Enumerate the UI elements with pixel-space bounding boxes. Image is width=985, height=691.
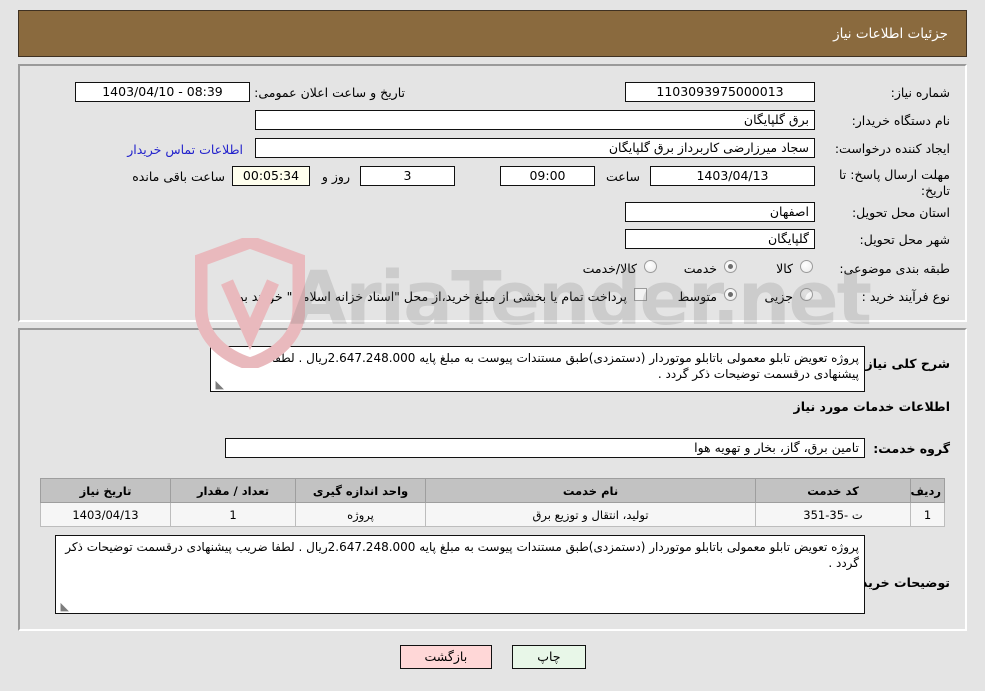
radio-process-jozi-label: جزیی (764, 289, 793, 304)
footer-buttons: چاپ بازگشت (0, 645, 985, 669)
buyer-notes-text: پروژه تعویض تابلو معمولی باتابلو موتوردا… (65, 540, 859, 570)
cell-name: تولید، انتقال و توزیع برق (425, 502, 756, 527)
col-name: نام خدمت (425, 478, 756, 503)
need-number-label: شماره نیاز: (890, 85, 950, 100)
deadline-label-line1: مهلت ارسال پاسخ: تا (839, 167, 950, 182)
need-info-panel: شماره نیاز: 1103093975000013 تاریخ و ساع… (18, 64, 967, 322)
print-button[interactable]: چاپ (512, 645, 586, 669)
buyer-org-field[interactable]: برق گلپایگان (255, 110, 815, 130)
table-header-row: ردیف کد خدمت نام خدمت واحد اندازه گیری ت… (40, 478, 945, 503)
radio-category-kala[interactable] (800, 260, 813, 273)
service-group-field[interactable]: تامین برق، گاز، بخار و تهویه هوا (225, 438, 865, 458)
summary-textarea[interactable]: پروژه تعویض تابلو معمولی باتابلو موتوردا… (210, 346, 865, 392)
buyer-contact-link[interactable]: اطلاعات تماس خریدار (127, 142, 243, 157)
category-label: طبقه بندی موضوعی: (839, 261, 950, 276)
cell-qty: 1 (170, 502, 296, 527)
requester-field[interactable]: سجاد میرزارضی کاربرداز برق گلپایگان (255, 138, 815, 158)
deadline-time-label: ساعت (605, 169, 640, 184)
remaining-clock-field: 00:05:34 (232, 166, 310, 186)
cell-unit: پروژه (295, 502, 426, 527)
radio-category-khedmat[interactable] (724, 260, 737, 273)
city-field[interactable]: گلپایگان (625, 229, 815, 249)
col-row-no: ردیف (910, 478, 945, 503)
remaining-clock-label: ساعت باقی مانده (132, 169, 225, 184)
services-panel: شرح کلی نیاز: پروژه تعویض تابلو معمولی ب… (18, 328, 967, 631)
deadline-date-field[interactable]: 1403/04/13 (650, 166, 815, 186)
col-need-date: تاریخ نیاز (40, 478, 171, 503)
province-label: استان محل تحویل: (851, 205, 950, 220)
announce-datetime-field[interactable]: 1403/04/10 - 08:39 (75, 82, 250, 102)
resize-grip-icon[interactable]: ◣ (213, 379, 224, 390)
radio-category-khedmat-label: خدمت (683, 261, 717, 276)
buyer-notes-textarea[interactable]: پروژه تعویض تابلو معمولی باتابلو موتوردا… (55, 535, 865, 614)
table-row[interactable]: 1 ت -35-351 تولید، انتقال و توزیع برق پر… (40, 502, 945, 527)
col-qty: تعداد / مقدار (170, 478, 296, 503)
col-unit: واحد اندازه گیری (295, 478, 426, 503)
radio-category-kala-khedmat[interactable] (644, 260, 657, 273)
radio-process-motevaset[interactable] (724, 288, 737, 301)
cell-row-no: 1 (910, 502, 945, 527)
radio-process-motevaset-label: متوسط (677, 289, 717, 304)
process-type-label: نوع فرآیند خرید : (861, 289, 950, 304)
province-field[interactable]: اصفهان (625, 202, 815, 222)
deadline-label-line2: تاریخ: (920, 183, 950, 198)
buyer-org-label: نام دستگاه خریدار: (851, 113, 950, 128)
cell-code: ت -35-351 (755, 502, 911, 527)
services-heading: اطلاعات خدمات مورد نیاز (793, 399, 951, 414)
deadline-time-field[interactable]: 09:00 (500, 166, 595, 186)
radio-category-kala-khedmat-label: کالا/خدمت (582, 261, 637, 276)
city-label: شهر محل تحویل: (859, 232, 950, 247)
summary-label: شرح کلی نیاز: (860, 356, 950, 371)
page-title: جزئیات اطلاعات نیاز (833, 25, 948, 42)
treasury-bonds-label: پرداخت تمام یا بخشی از مبلغ خرید،از محل … (228, 289, 627, 304)
service-group-label: گروه خدمت: (873, 441, 950, 456)
requester-label: ایجاد کننده درخواست: (834, 141, 950, 156)
services-table: ردیف کد خدمت نام خدمت واحد اندازه گیری ت… (40, 478, 945, 527)
col-code: کد خدمت (755, 478, 911, 503)
announce-datetime-label: تاریخ و ساعت اعلان عمومی: (254, 85, 405, 100)
cell-need-date: 1403/04/13 (40, 502, 171, 527)
treasury-bonds-checkbox[interactable] (634, 288, 647, 301)
radio-category-kala-label: کالا (776, 261, 793, 276)
page-header: جزئیات اطلاعات نیاز (18, 10, 967, 57)
radio-process-jozi[interactable] (800, 288, 813, 301)
need-number-field[interactable]: 1103093975000013 (625, 82, 815, 102)
remaining-days-field[interactable]: 3 (360, 166, 455, 186)
back-button[interactable]: بازگشت (399, 645, 493, 669)
resize-grip-icon-notes[interactable]: ◣ (58, 601, 69, 612)
remaining-days-label: روز و (321, 169, 350, 184)
summary-text: پروژه تعویض تابلو معمولی باتابلو موتوردا… (235, 351, 859, 381)
